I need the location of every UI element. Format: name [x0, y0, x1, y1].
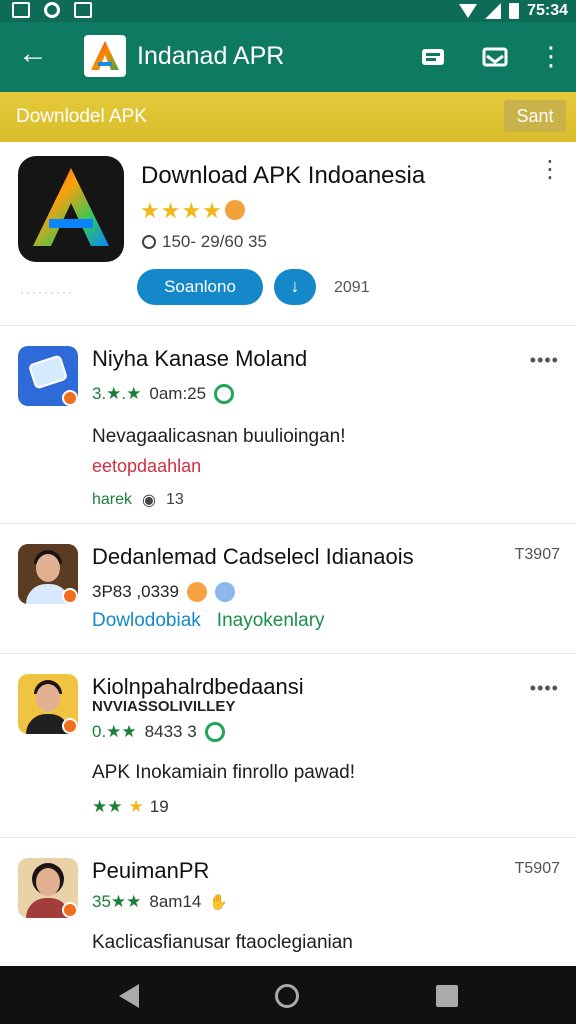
smiley-icon	[186, 582, 207, 602]
download-link[interactable]: Dowlodobiak	[92, 610, 201, 632]
item-stars: ★★ ★ 19	[92, 797, 169, 817]
nav-back-icon[interactable]	[119, 984, 139, 1008]
status-bar: 75:34	[0, 0, 576, 22]
item-rating: 3.★.★ 0am:25	[92, 384, 235, 404]
status-icons	[12, 2, 92, 18]
item-description: Kaclicasfianusar ftaoclegianian	[92, 932, 353, 953]
verified-icon	[214, 384, 235, 404]
wifi-icon	[459, 4, 478, 18]
rating-stars: ★★	[92, 797, 123, 816]
list-item[interactable]: Niyha Kanase Moland •••• 3.★.★ 0am:25 Ne…	[0, 326, 576, 524]
vertical-more-icon[interactable]: ⋮	[538, 158, 562, 182]
person-avatar	[18, 858, 78, 918]
photo-icon	[12, 2, 30, 18]
hand-icon: ✋	[209, 894, 229, 911]
item-rating: 3P83 ,0339	[92, 582, 235, 602]
clock-time: 75:34	[527, 2, 568, 19]
item-rating: 0.★★ 8433 3	[92, 722, 225, 742]
signal-icon	[485, 3, 502, 19]
battery-icon	[509, 3, 520, 19]
item-links: Dowlodobiak Inayokenlary	[92, 610, 325, 632]
list-item[interactable]: Kiolnpahalrdbedaansi NVVIASSOLIVILLEY ••…	[0, 654, 576, 838]
clock-icon	[142, 235, 156, 249]
rating-stars: 35★★	[92, 892, 142, 911]
item-code: T5907	[514, 860, 560, 877]
language-link[interactable]: Inayokenlary	[217, 610, 325, 632]
badge-icon	[62, 718, 78, 734]
person-avatar	[18, 674, 78, 734]
badge-icon	[62, 588, 78, 604]
back-arrow-icon[interactable]: ←	[18, 39, 48, 69]
system-nav-bar	[0, 966, 576, 1024]
app-logo	[84, 35, 126, 77]
rating-stars: 0.★★	[92, 722, 137, 741]
vertical-more-icon[interactable]: ⋮	[538, 43, 564, 70]
app-title: Indanad APR	[137, 42, 285, 70]
item-rating: 35★★ 8am14 ✋	[92, 892, 228, 912]
badge-icon	[62, 390, 78, 406]
item-title: Dedanlemad Cadselecl Idianaois	[92, 544, 414, 569]
phone-icon	[18, 346, 78, 406]
featured-meta: 150- 29/60 35	[142, 232, 267, 252]
banner-button[interactable]: Sant	[504, 100, 566, 132]
featured-app-name: Download APK Indoanesia	[141, 162, 426, 189]
more-icon[interactable]: ••••	[530, 678, 559, 699]
system-status: 75:34	[459, 2, 568, 20]
item-title: Niyha Kanase Moland	[92, 346, 308, 371]
list-item[interactable]: Dedanlemad Cadselecl Idianaois T3907 3P8…	[0, 524, 576, 654]
badge-icon	[62, 902, 78, 918]
banner: Downlodel APK Sant	[0, 92, 576, 142]
rating-text: 8433 3	[144, 722, 197, 741]
featured-meta-text: 150- 29/60 35	[162, 232, 267, 251]
item-description: Nevagaalicasnan buulioingan!	[92, 426, 346, 447]
emoji-icon	[225, 200, 245, 220]
more-icon[interactable]: ••••	[530, 350, 559, 371]
item-code: T3907	[514, 546, 560, 563]
item-subtitle: NVVIASSOLIVILLEY	[92, 698, 236, 715]
nav-home-icon[interactable]	[275, 984, 299, 1008]
tag-text: harek	[92, 491, 133, 508]
rating-text: 8am14	[149, 892, 202, 911]
featured-app-icon	[18, 156, 124, 262]
sync-icon	[44, 2, 60, 18]
person-avatar	[18, 544, 78, 604]
progress-dots: ·········	[20, 285, 74, 299]
rating-count: 19	[149, 797, 169, 816]
item-description: APK Inokamiain finrollo pawad!	[92, 762, 355, 783]
rating-stars: ★★★★	[140, 198, 223, 223]
item-subdescription: eetopdaahlan	[92, 456, 202, 476]
star-icon: ★	[128, 797, 144, 816]
featured-app[interactable]: Download APK Indoanesia ⋮ ★★★★ 150- 29/6…	[0, 142, 576, 326]
inbox-icon[interactable]	[482, 44, 508, 70]
nav-recent-icon[interactable]	[436, 985, 458, 1007]
rating-stars: 3.★.★	[92, 384, 142, 403]
download-button[interactable]: Soanlono	[137, 269, 263, 305]
list-item[interactable]: PeuimanPR T5907 35★★ 8am14 ✋ Kaclicasfia…	[0, 838, 576, 968]
rating-text: 3P83 ,0339	[92, 582, 179, 601]
item-title: Kiolnpahalrdbedaansi	[92, 674, 304, 699]
rating-text: 0am:25	[149, 384, 207, 403]
bag-icon	[74, 2, 92, 18]
verified-icon	[204, 722, 225, 742]
item-tags: harek ◉ 13	[92, 490, 184, 510]
banner-text: Downlodel APK	[16, 106, 147, 127]
item-title: PeuimanPR	[92, 858, 210, 883]
tag-count: 13	[166, 491, 184, 508]
share-icon[interactable]: ↓	[274, 269, 316, 305]
info-icon: ◉	[142, 492, 156, 509]
person-icon	[214, 582, 235, 602]
app-bar: ← Indanad APR ⋮	[0, 22, 576, 92]
download-count: 2091	[334, 279, 370, 296]
settings-icon[interactable]	[420, 44, 446, 70]
